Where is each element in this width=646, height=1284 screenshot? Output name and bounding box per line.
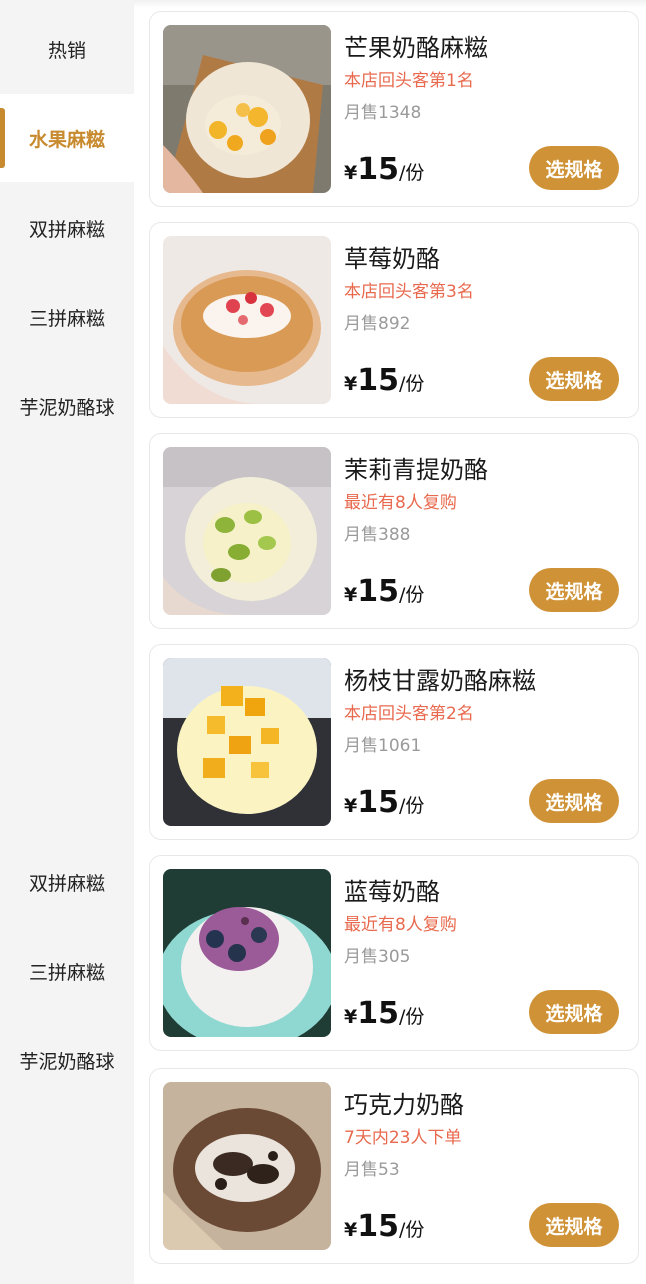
monthly-sales: 月售892 bbox=[344, 314, 411, 334]
product-name: 杨枝甘露奶酪麻糍 bbox=[344, 667, 536, 695]
currency-symbol: ¥ bbox=[344, 162, 358, 184]
price-value: 15 bbox=[357, 996, 399, 1031]
product-card[interactable]: 巧克力奶酪 7天内23人下单 月售53 ¥15/份 选规格 bbox=[149, 1068, 639, 1264]
price-unit: /份 bbox=[398, 1219, 425, 1241]
product-price: ¥15/份 bbox=[344, 1209, 424, 1244]
currency-symbol: ¥ bbox=[344, 1219, 358, 1241]
sidebar-item-fruit-mochi[interactable]: 水果麻糍 bbox=[0, 94, 134, 182]
currency-symbol: ¥ bbox=[344, 373, 358, 395]
monthly-sales: 月售1061 bbox=[344, 736, 422, 756]
sidebar-item-taro-ball[interactable]: 芋泥奶酪球 bbox=[0, 362, 134, 450]
active-indicator bbox=[0, 108, 5, 168]
product-name: 蓝莓奶酪 bbox=[344, 878, 440, 906]
monthly-sales: 月售53 bbox=[344, 1160, 400, 1180]
sidebar-item-double-mochi[interactable]: 双拼麻糍 bbox=[0, 184, 134, 272]
mango-cheese-mochi-image bbox=[163, 25, 331, 193]
price-value: 15 bbox=[357, 152, 399, 187]
product-name: 巧克力奶酪 bbox=[344, 1091, 464, 1119]
sidebar-item-label: 芋泥奶酪球 bbox=[19, 1050, 115, 1073]
price-unit: /份 bbox=[398, 1006, 425, 1028]
product-card[interactable]: 杨枝甘露奶酪麻糍 本店回头客第2名 月售1061 ¥15/份 选规格 bbox=[149, 644, 639, 840]
blueberry-cheese-image bbox=[163, 869, 331, 1037]
product-card[interactable]: 蓝莓奶酪 最近有8人复购 月售305 ¥15/份 选规格 bbox=[149, 855, 639, 1051]
monthly-sales: 月售305 bbox=[344, 947, 411, 967]
currency-symbol: ¥ bbox=[344, 1006, 358, 1028]
product-price: ¥15/份 bbox=[344, 363, 424, 398]
product-tag: 最近有8人复购 bbox=[344, 915, 457, 935]
product-card[interactable]: 茉莉青提奶酪 最近有8人复购 月售388 ¥15/份 选规格 bbox=[149, 433, 639, 629]
monthly-sales: 月售388 bbox=[344, 525, 411, 545]
product-name: 茉莉青提奶酪 bbox=[344, 456, 488, 484]
sidebar-item-label: 双拼麻糍 bbox=[28, 218, 105, 241]
product-card[interactable]: 芒果奶酪麻糍 本店回头客第1名 月售1348 ¥15/份 选规格 bbox=[149, 11, 639, 207]
sidebar-item-hot[interactable]: 热销 bbox=[0, 5, 134, 93]
product-tag: 本店回头客第1名 bbox=[344, 71, 474, 91]
select-spec-button[interactable]: 选规格 bbox=[529, 779, 619, 823]
sidebar-item-taro-ball-2[interactable]: 芋泥奶酪球 bbox=[0, 1016, 134, 1104]
price-unit: /份 bbox=[398, 373, 425, 395]
sidebar-item-label: 热销 bbox=[47, 39, 86, 62]
price-value: 15 bbox=[357, 574, 399, 609]
select-spec-button[interactable]: 选规格 bbox=[529, 568, 619, 612]
select-spec-button[interactable]: 选规格 bbox=[529, 1203, 619, 1247]
sidebar-item-label: 三拼麻糍 bbox=[28, 307, 105, 330]
product-tag: 本店回头客第2名 bbox=[344, 704, 474, 724]
sidebar-item-double-mochi-2[interactable]: 双拼麻糍 bbox=[0, 838, 134, 926]
sidebar-item-label: 三拼麻糍 bbox=[28, 961, 105, 984]
price-value: 15 bbox=[357, 785, 399, 820]
product-price: ¥15/份 bbox=[344, 785, 424, 820]
category-sidebar: 热销 水果麻糍 双拼麻糍 三拼麻糍 芋泥奶酪球 双拼麻糍 三拼麻糍 芋泥奶酪球 bbox=[0, 0, 134, 1284]
top-shadow bbox=[134, 0, 646, 8]
monthly-sales: 月售1348 bbox=[344, 103, 422, 123]
mango-pomelo-cheese-mochi-image bbox=[163, 658, 331, 826]
select-spec-button[interactable]: 选规格 bbox=[529, 990, 619, 1034]
price-unit: /份 bbox=[398, 584, 425, 606]
product-name: 芒果奶酪麻糍 bbox=[344, 34, 488, 62]
product-price: ¥15/份 bbox=[344, 574, 424, 609]
product-card[interactable]: 草莓奶酪 本店回头客第3名 月售892 ¥15/份 选规格 bbox=[149, 222, 639, 418]
strawberry-cheese-image bbox=[163, 236, 331, 404]
product-tag: 本店回头客第3名 bbox=[344, 282, 474, 302]
price-value: 15 bbox=[357, 363, 399, 398]
product-name: 草莓奶酪 bbox=[344, 245, 440, 273]
select-spec-button[interactable]: 选规格 bbox=[529, 357, 619, 401]
price-unit: /份 bbox=[398, 162, 425, 184]
jasmine-grape-cheese-image bbox=[163, 447, 331, 615]
sidebar-item-triple-mochi[interactable]: 三拼麻糍 bbox=[0, 273, 134, 361]
currency-symbol: ¥ bbox=[344, 795, 358, 817]
product-price: ¥15/份 bbox=[344, 152, 424, 187]
product-tag: 7天内23人下单 bbox=[344, 1128, 462, 1148]
product-price: ¥15/份 bbox=[344, 996, 424, 1031]
chocolate-cheese-image bbox=[163, 1082, 331, 1250]
sidebar-item-label: 水果麻糍 bbox=[28, 128, 105, 151]
select-spec-button[interactable]: 选规格 bbox=[529, 146, 619, 190]
sidebar-item-triple-mochi-2[interactable]: 三拼麻糍 bbox=[0, 927, 134, 1015]
currency-symbol: ¥ bbox=[344, 584, 358, 606]
price-value: 15 bbox=[357, 1209, 399, 1244]
sidebar-item-label: 芋泥奶酪球 bbox=[19, 396, 115, 419]
product-tag: 最近有8人复购 bbox=[344, 493, 457, 513]
sidebar-item-label: 双拼麻糍 bbox=[28, 872, 105, 895]
price-unit: /份 bbox=[398, 795, 425, 817]
